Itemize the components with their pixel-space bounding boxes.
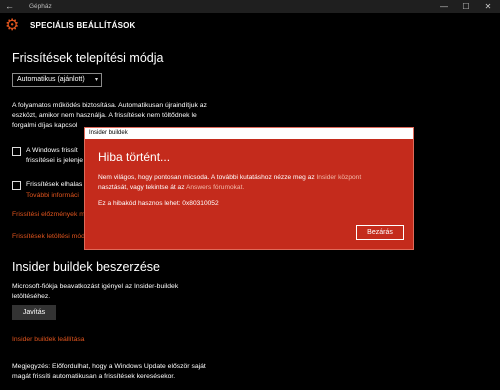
defer-upgrades-checkbox[interactable] [12, 181, 21, 190]
insider-heading: Insider buildek beszerzése [12, 260, 160, 274]
insider-hub-link[interactable]: Insider központ [316, 174, 361, 181]
stop-insider-link[interactable]: Insider buildek leállítása [12, 336, 85, 343]
page-header: ⚙ SPECIÁLIS BEÁLLÍTÁSOK [0, 13, 500, 39]
error-dialog: Insider buildek Hiba történt... Nem vilá… [84, 127, 414, 250]
answers-forum-link[interactable]: Answers fórumokat. [186, 184, 244, 191]
dialog-heading: Hiba történt... [98, 150, 171, 164]
other-products-checkbox[interactable] [12, 147, 21, 156]
insider-description: Microsoft-fiókja beavatkozást igényel az… [12, 283, 179, 300]
page-title: SPECIÁLIS BEÁLLÍTÁSOK [30, 21, 136, 30]
error-code-line: Ez a hibakód hasznos lehet: 0x80310052 [98, 200, 219, 207]
fix-button[interactable]: Javítás [12, 305, 56, 320]
install-mode-heading: Frissítések telepítési módja [12, 51, 164, 65]
app-title: Gépház [29, 3, 52, 10]
dialog-message: Nem világos, hogy pontosan micsoda. A to… [98, 174, 362, 191]
gear-icon: ⚙ [5, 17, 20, 34]
close-button[interactable]: Bezárás [356, 225, 404, 240]
install-mode-selected: Automatikus (ajánlott) [17, 76, 85, 83]
update-history-link[interactable]: Frissítési előzmények m [12, 211, 85, 218]
back-arrow-icon[interactable]: ← [5, 0, 14, 13]
install-mode-dropdown[interactable]: Automatikus (ajánlott) ▾ [12, 73, 102, 87]
chevron-down-icon: ▾ [94, 77, 98, 83]
delivery-mode-link[interactable]: Frissítések letöltési mód [12, 233, 85, 240]
close-icon[interactable]: ✕ [480, 0, 496, 13]
title-bar: ← Gépház — ☐ ✕ [0, 0, 500, 13]
other-products-label: A Windows frissít frissítései is jelenje [26, 147, 84, 164]
dialog-title-bar: Insider buildek [85, 128, 413, 139]
footnote: Megjegyzés: Előfordulhat, hogy a Windows… [12, 363, 206, 380]
more-info-link[interactable]: További informáci [26, 192, 79, 199]
maximize-icon[interactable]: ☐ [458, 0, 474, 13]
defer-upgrades-label: Frissítések elhalas [26, 181, 83, 188]
minimize-icon[interactable]: — [436, 0, 452, 13]
